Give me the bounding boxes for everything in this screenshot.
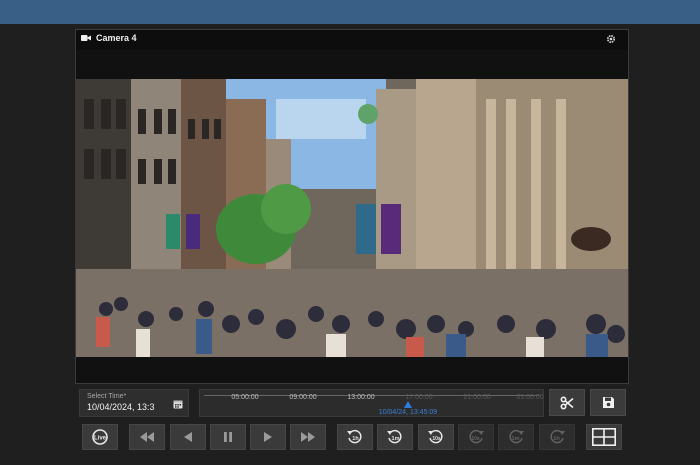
timeline-label: 09:00:00	[289, 394, 317, 401]
jump-forward-1m-label: 1m	[512, 436, 520, 442]
select-time-label: Select Time*	[87, 393, 127, 400]
fast-forward-button[interactable]	[290, 424, 326, 450]
jump-forward-icon: 10s	[469, 429, 484, 444]
scissors-icon	[560, 395, 574, 410]
jump-back-1h-label: 1h	[352, 436, 359, 442]
select-time-field[interactable]: Select Time* 10/04/2024, 13:3	[79, 389, 189, 417]
jump-back-icon: 1m	[387, 429, 402, 444]
jump-back-1m-button[interactable]: 1m	[377, 424, 413, 450]
video-camera-icon	[81, 34, 91, 42]
jump-back-1h-button[interactable]: 1h	[337, 424, 373, 450]
jump-forward-10s-label: 10s	[471, 436, 480, 442]
fast-forward-icon	[301, 432, 315, 442]
jump-forward-1h-button[interactable]: 1h	[539, 424, 575, 450]
select-time-value[interactable]: 10/04/2024, 13:3	[87, 402, 181, 412]
jump-back-1m-label: 1m	[392, 436, 400, 442]
jump-back-10s-label: 10s	[432, 436, 441, 442]
jump-back-icon: 10s	[428, 429, 443, 444]
timeline-label: 17:00:00	[405, 394, 433, 401]
timeline-controls: Select Time* 10/04/2024, 13:3 05:00:00 0…	[79, 389, 629, 417]
live-label: Live	[94, 436, 107, 442]
skip-to-start-button[interactable]	[129, 424, 165, 450]
jump-back-10s-button[interactable]: 10s	[418, 424, 454, 450]
fast-rewind-icon	[140, 432, 154, 442]
floppy-disk-icon	[602, 397, 614, 408]
playback-controls: Live 1h 1m 10s 10s 1m 1h	[0, 424, 700, 450]
jump-forward-1h-label: 1h	[553, 436, 560, 442]
camera-title: Camera 4	[81, 33, 137, 43]
jump-forward-1m-button[interactable]: 1m	[498, 424, 534, 450]
jump-forward-icon: 1m	[509, 429, 524, 444]
camera-viewer: Camera 4	[75, 29, 629, 384]
timeline-scrubber[interactable]: 05:00:00 09:00:00 13:00:00 17:00:00 21:0…	[199, 389, 544, 417]
calendar-icon[interactable]	[173, 399, 183, 409]
jump-forward-icon: 1h	[550, 429, 565, 444]
play-icon	[264, 432, 272, 442]
clip-export-button[interactable]	[549, 389, 585, 416]
playhead-marker[interactable]	[404, 401, 412, 408]
timeline-label: 01:00:00	[516, 394, 544, 401]
pause-icon	[224, 432, 232, 442]
top-bar	[0, 0, 700, 24]
street-scene-image	[76, 79, 628, 357]
pause-button[interactable]	[210, 424, 246, 450]
camera-title-label: Camera 4	[96, 33, 137, 43]
save-button[interactable]	[590, 389, 626, 416]
play-reverse-icon	[184, 432, 192, 442]
camera-video-feed[interactable]	[76, 79, 628, 357]
live-button[interactable]: Live	[82, 424, 118, 450]
timeline-label: 05:00:00	[231, 394, 259, 401]
step-back-button[interactable]	[170, 424, 206, 450]
jump-back-icon: 1h	[347, 429, 362, 444]
live-icon: Live	[92, 429, 108, 445]
timeline-label: 13:00:00	[347, 394, 375, 401]
current-time-label: 10/04/24, 13:45:09	[378, 409, 438, 416]
layout-grid-button[interactable]	[586, 424, 622, 450]
gear-icon[interactable]	[606, 34, 616, 44]
viewer-header: Camera 4	[76, 30, 628, 50]
timeline-label: 21:00:00	[463, 394, 491, 401]
play-button[interactable]	[250, 424, 286, 450]
jump-forward-10s-button[interactable]: 10s	[458, 424, 494, 450]
grid-layout-icon	[592, 428, 616, 446]
